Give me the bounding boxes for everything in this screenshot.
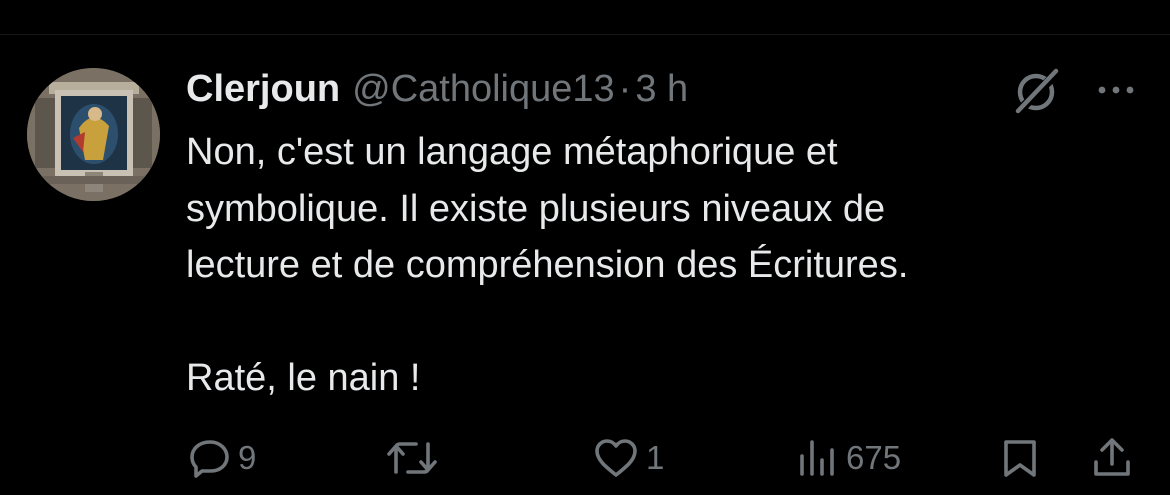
- retweet-button[interactable]: [386, 430, 444, 486]
- action-bar: 9 1 675: [0, 430, 1170, 486]
- heart-icon: [592, 436, 640, 480]
- reply-count: 9: [238, 439, 257, 476]
- bookmark-icon: [998, 436, 1042, 480]
- retweet-icon: [386, 436, 438, 480]
- tweet-text-line: lecture et de compréhension des Écriture…: [186, 244, 909, 286]
- tweet[interactable]: Clerjoun @Catholique13 · 3 h Non, c'est un …: [0, 0, 1170, 495]
- views-icon: [796, 436, 840, 480]
- more-icon[interactable]: [1092, 78, 1140, 102]
- tweet-text-line: symbolique. Il existe plusieurs niveaux …: [186, 187, 886, 230]
- user-handle[interactable]: @Catholique13: [352, 68, 615, 110]
- views-button[interactable]: 675: [796, 430, 901, 486]
- views-count: 675: [846, 439, 902, 476]
- reply-button[interactable]: 9: [188, 430, 256, 486]
- tweet-text-line: Non, c'est un langage métaphorique et: [186, 131, 838, 173]
- share-button[interactable]: [1090, 430, 1134, 486]
- grok-icon[interactable]: [1010, 66, 1064, 114]
- share-icon: [1090, 436, 1134, 480]
- avatar[interactable]: [27, 68, 160, 201]
- reply-icon: [188, 436, 232, 480]
- separator-dot: ·: [618, 68, 632, 110]
- like-button[interactable]: 1: [592, 430, 664, 486]
- tweet-text: Non, c'est un langage métaphorique et sy…: [186, 124, 1136, 406]
- like-count: 1: [646, 439, 665, 476]
- timestamp[interactable]: 3 h: [635, 68, 688, 110]
- bookmark-button[interactable]: [998, 430, 1042, 486]
- tweet-header: Clerjoun @Catholique13 · 3 h: [186, 66, 688, 112]
- tweet-text-line: Raté, le nain !: [186, 356, 421, 399]
- display-name[interactable]: Clerjoun: [186, 68, 340, 110]
